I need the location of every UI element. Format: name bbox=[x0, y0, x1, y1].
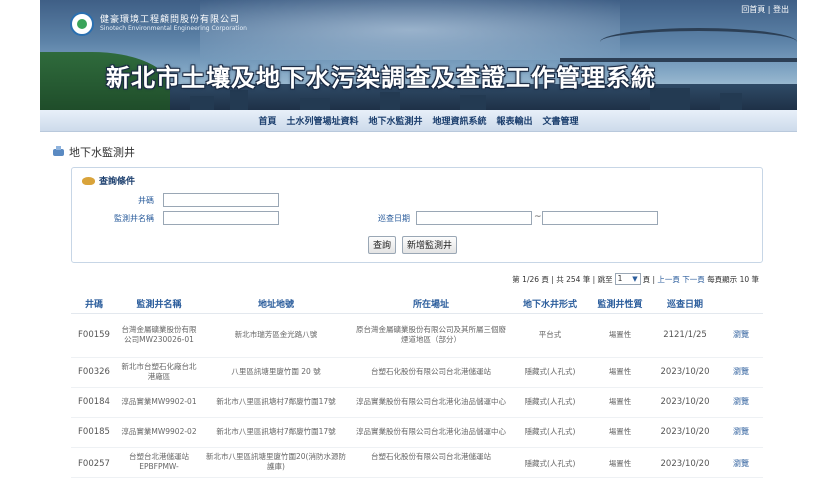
per-page-info: 每頁顯示 10 筆 bbox=[707, 274, 759, 284]
page-info: 第 1/26 頁 | 共 254 筆 | 跳至 bbox=[512, 274, 613, 284]
cell-well-nature: 場置性 bbox=[589, 417, 651, 448]
cell-well-type: 隱藏式(人孔式) bbox=[511, 357, 589, 388]
wells-table: 井碼 監測井名稱 地址地號 所在場址 地下水井形式 監測井性質 巡查日期 F00… bbox=[71, 295, 763, 478]
cell-site: 台塑石化股份有限公司台北港儲運站 bbox=[351, 447, 511, 478]
page-title: 地下水監測井 bbox=[52, 144, 135, 160]
cell-well-id: F00159 bbox=[71, 313, 117, 358]
nav-item-site-data[interactable]: 土水列管場址資料 bbox=[286, 114, 358, 127]
table-row: F00159 台灣金屬礦業股份有限公司MW230026-01 新北市瑞芳區金光路… bbox=[71, 313, 763, 358]
inspect-date-label: 巡查日期 bbox=[378, 214, 410, 223]
well-name-label: 監測井名稱 bbox=[114, 214, 154, 223]
nav-item-monitoring-wells[interactable]: 地下水監測井 bbox=[368, 114, 422, 127]
cell-well-id: F00185 bbox=[71, 417, 117, 448]
well-id-label: 井碼 bbox=[138, 196, 154, 205]
company-name-en: Sinotech Environmental Engineering Corpo… bbox=[100, 25, 247, 32]
col-header-address[interactable]: 地址地號 bbox=[201, 295, 351, 314]
page-margin-left bbox=[0, 0, 40, 475]
cell-well-name: 台灣金屬礦業股份有限公司MW230026-01 bbox=[117, 313, 201, 358]
cell-well-type: 隱藏式(人孔式) bbox=[511, 387, 589, 418]
col-header-well-name[interactable]: 監測井名稱 bbox=[117, 295, 201, 314]
well-id-input[interactable] bbox=[163, 193, 279, 207]
cell-inspect-date: 2023/10/20 bbox=[651, 357, 719, 388]
browse-link[interactable]: 瀏覽 bbox=[719, 313, 763, 358]
cell-address: 新北市八里區訊塘里廈竹圍20(消防水源防護庫) bbox=[201, 447, 351, 478]
chevron-down-icon: ▼ bbox=[632, 275, 638, 283]
table-row: F00184 淳品實業MW9902-01 新北市八里區訊塘村7鄰廈竹圍17號 淳… bbox=[71, 387, 763, 418]
cell-site: 淳品實業股份有限公司台北港化油品儲運中心 bbox=[351, 417, 511, 448]
col-header-well-nature[interactable]: 監測井性質 bbox=[589, 295, 651, 314]
next-page-link[interactable]: 下一頁 bbox=[682, 274, 705, 285]
page-title-text: 地下水監測井 bbox=[69, 146, 135, 159]
table-header-row: 井碼 監測井名稱 地址地號 所在場址 地下水井形式 監測井性質 巡查日期 bbox=[71, 295, 763, 314]
date-range-separator: ~ bbox=[534, 212, 542, 222]
col-header-well-type[interactable]: 地下水井形式 bbox=[511, 295, 589, 314]
query-button[interactable]: 查詢 bbox=[368, 236, 397, 254]
top-links[interactable]: 回首頁 | 登出 bbox=[741, 4, 789, 15]
cell-well-name: 淳品實業MW9902-02 bbox=[117, 417, 201, 448]
well-name-input[interactable] bbox=[163, 211, 279, 225]
cell-site: 台塑石化股份有限公司台北港儲運站 bbox=[351, 357, 511, 388]
cell-well-type: 平台式 bbox=[511, 313, 589, 358]
table-row: F00326 新北市台塑石化廠台北港廠區 八里區訊塘里廈竹圍 20 號 台塑石化… bbox=[71, 357, 763, 388]
cell-well-id: F00257 bbox=[71, 447, 117, 478]
cell-well-id: F00326 bbox=[71, 357, 117, 388]
col-header-site[interactable]: 所在場址 bbox=[351, 295, 511, 314]
cell-inspect-date: 2023/10/20 bbox=[651, 417, 719, 448]
cell-inspect-date: 2023/10/20 bbox=[651, 387, 719, 418]
cell-inspect-date: 2121/1/25 bbox=[651, 313, 719, 358]
cell-well-id: F00184 bbox=[71, 387, 117, 418]
cell-address: 八里區訊塘里廈竹圍 20 號 bbox=[201, 357, 351, 388]
cell-well-nature: 場置性 bbox=[589, 313, 651, 358]
date-from-input[interactable] bbox=[416, 211, 532, 225]
cell-site: 淳品實業股份有限公司台北港化油品儲運中心 bbox=[351, 387, 511, 418]
cell-well-name: 台塑台北港儲運站EPBFPMW- bbox=[117, 447, 201, 478]
cell-address: 新北市八里區訊塘村7鄰廈竹圍17號 bbox=[201, 387, 351, 418]
page-suffix: 頁 | bbox=[642, 274, 656, 284]
browse-link[interactable]: 瀏覽 bbox=[719, 447, 763, 478]
prev-page-link[interactable]: 上一頁 bbox=[657, 274, 680, 285]
search-panel-header: 查詢條件 bbox=[82, 174, 135, 187]
cell-well-type: 隱藏式(人孔式) bbox=[511, 417, 589, 448]
company-logo-icon bbox=[70, 12, 94, 36]
col-header-action bbox=[719, 295, 763, 314]
browse-link[interactable]: 瀏覽 bbox=[719, 357, 763, 388]
cell-inspect-date: 2023/10/20 bbox=[651, 447, 719, 478]
pagination: 第 1/26 頁 | 共 254 筆 | 跳至 1 ▼ 頁 | 上一頁 下一頁 每… bbox=[512, 273, 759, 285]
cell-address: 新北市八里區訊塘村7鄰廈竹圍17號 bbox=[201, 417, 351, 448]
main-nav: 首頁 土水列管場址資料 地下水監測井 地理資訊系統 報表輸出 文書管理 bbox=[40, 110, 797, 132]
browse-link[interactable]: 瀏覽 bbox=[719, 387, 763, 418]
nav-item-reports[interactable]: 報表輸出 bbox=[497, 114, 533, 127]
add-well-button[interactable]: 新增監測井 bbox=[402, 236, 458, 254]
system-title: 新北市土壤及地下水污染調查及查證工作管理系統 bbox=[106, 64, 656, 92]
nav-item-documents[interactable]: 文書管理 bbox=[543, 114, 579, 127]
nav-item-home[interactable]: 首頁 bbox=[258, 114, 276, 127]
cell-site: 原台灣金屬礦業股份有限公司及其所屬三個廢煙道地區（部分） bbox=[351, 313, 511, 358]
col-header-well-id[interactable]: 井碼 bbox=[71, 295, 117, 314]
bridge-graphic bbox=[600, 28, 797, 56]
search-panel: 查詢條件 井碼 監測井名稱 巡查日期 ~ 查詢 新增監測井 bbox=[71, 167, 763, 263]
cell-well-nature: 場置性 bbox=[589, 357, 651, 388]
table-row: F00257 台塑台北港儲運站EPBFPMW- 新北市八里區訊塘里廈竹圍20(消… bbox=[71, 447, 763, 478]
browse-link[interactable]: 瀏覽 bbox=[719, 417, 763, 448]
date-to-input[interactable] bbox=[542, 211, 658, 225]
page-select[interactable]: 1 ▼ bbox=[614, 273, 641, 285]
cell-address: 新北市瑞芳區金光路八號 bbox=[201, 313, 351, 358]
well-icon bbox=[52, 146, 65, 158]
cell-well-name: 新北市台塑石化廠台北港廠區 bbox=[117, 357, 201, 388]
cell-well-name: 淳品實業MW9902-01 bbox=[117, 387, 201, 418]
cell-well-type: 隱藏式(人孔式) bbox=[511, 447, 589, 478]
table-row: F00185 淳品實業MW9902-02 新北市八里區訊塘村7鄰廈竹圍17號 淳… bbox=[71, 417, 763, 448]
header-banner: 健豪環境工程顧問股份有限公司 Sinotech Environmental En… bbox=[40, 0, 797, 110]
col-header-inspect-date[interactable]: 巡查日期 bbox=[651, 295, 719, 314]
page-container: 健豪環境工程顧問股份有限公司 Sinotech Environmental En… bbox=[40, 0, 797, 478]
search-criteria-icon bbox=[82, 176, 95, 185]
cell-well-nature: 場置性 bbox=[589, 387, 651, 418]
company-name: 健豪環境工程顧問股份有限公司 bbox=[100, 15, 241, 25]
cell-well-nature: 場置性 bbox=[589, 447, 651, 478]
nav-item-gis[interactable]: 地理資訊系統 bbox=[433, 114, 487, 127]
